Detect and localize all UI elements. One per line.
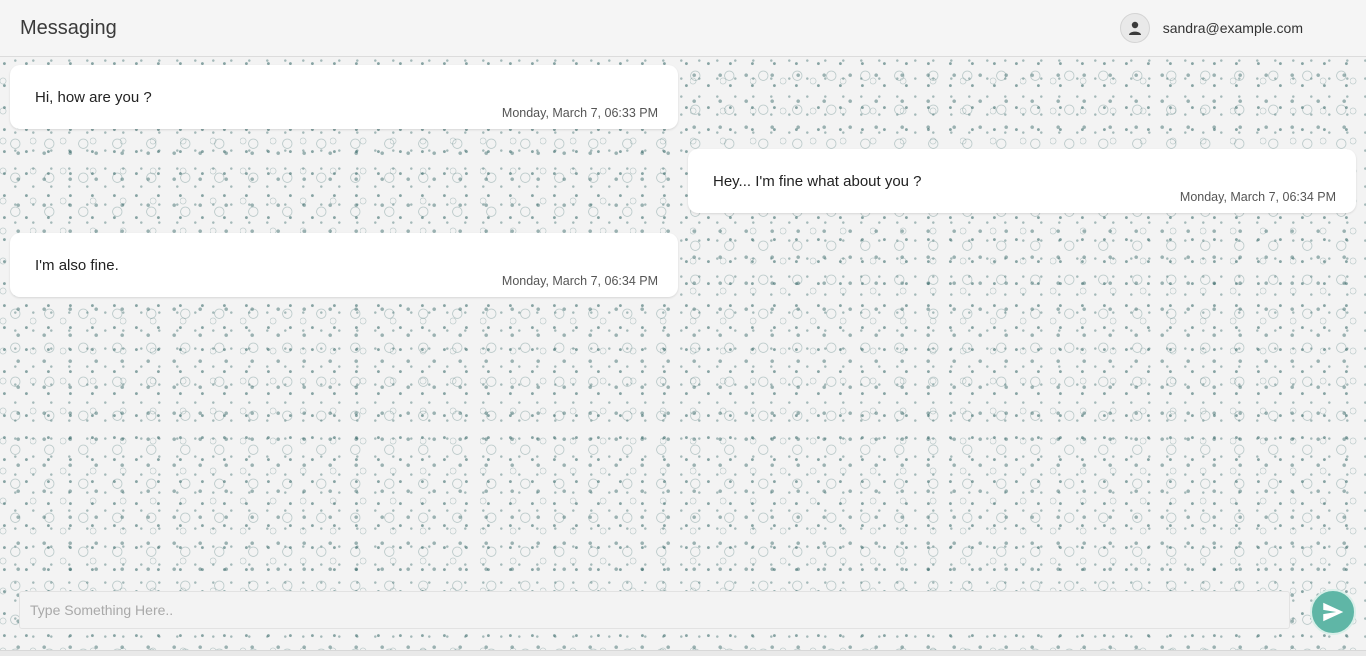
message-timestamp: Monday, March 7, 06:34 PM	[1179, 190, 1336, 204]
message-bubble-incoming: I'm also fine. Monday, March 7, 06:34 PM	[10, 233, 678, 297]
message-text: Hey... I'm fine what about you ?	[713, 173, 922, 190]
messaging-app: Messaging sandra@example.com Hi, how are…	[0, 0, 1366, 656]
send-icon	[1323, 602, 1344, 622]
message-text: I'm also fine.	[35, 257, 119, 274]
message-input[interactable]	[19, 591, 1290, 629]
message-timestamp: Monday, March 7, 06:33 PM	[501, 106, 658, 120]
message-bubble-outgoing: Hey... I'm fine what about you ? Monday,…	[688, 149, 1356, 213]
send-button[interactable]	[1310, 589, 1356, 635]
user-menu[interactable]: sandra@example.com	[1119, 13, 1303, 43]
person-icon[interactable]	[1119, 13, 1150, 43]
user-email: sandra@example.com	[1162, 20, 1303, 36]
message-text: Hi, how are you ?	[35, 89, 152, 106]
app-header: Messaging sandra@example.com	[0, 0, 1366, 57]
app-title: Messaging	[20, 16, 117, 39]
chat-area[interactable]: Hi, how are you ? Monday, March 7, 06:33…	[0, 57, 1366, 656]
message-timestamp: Monday, March 7, 06:34 PM	[501, 274, 658, 288]
message-bubble-incoming: Hi, how are you ? Monday, March 7, 06:33…	[10, 65, 678, 129]
bottom-edge	[0, 650, 1366, 656]
